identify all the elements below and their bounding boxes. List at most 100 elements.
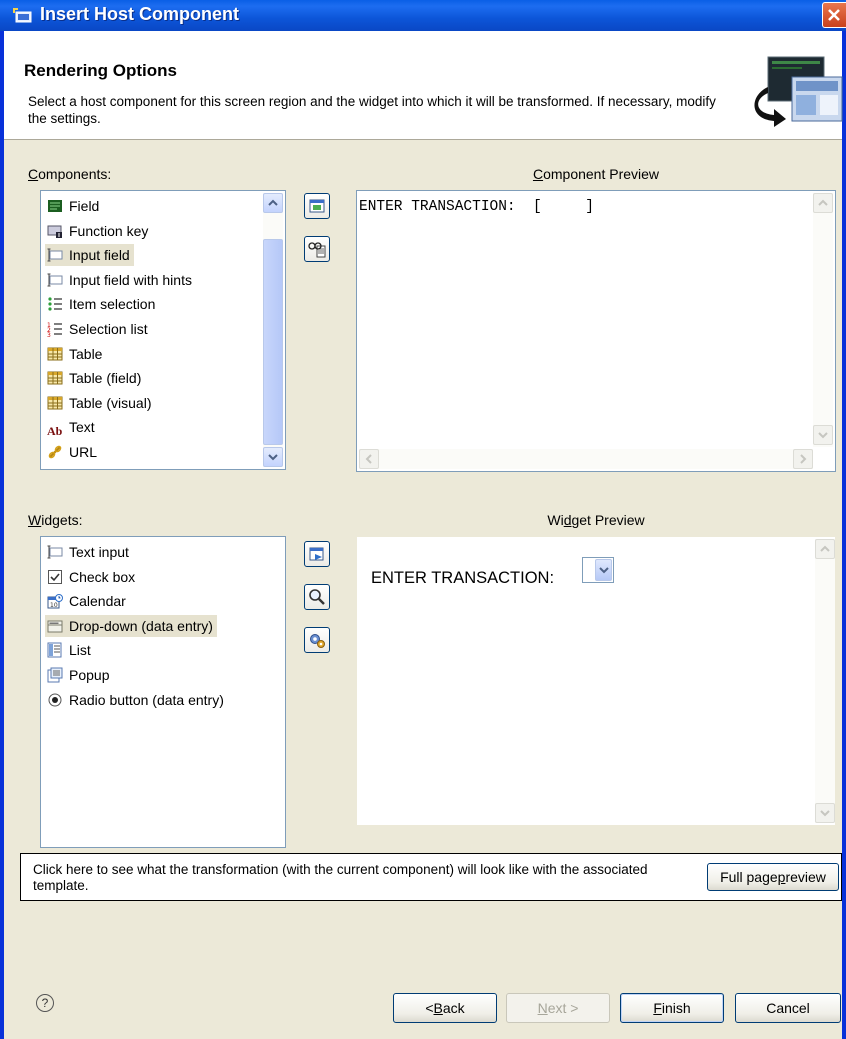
component-preview-text: ENTER TRANSACTION: [ ]	[359, 199, 594, 215]
widget-item-label: Check box	[69, 568, 136, 585]
component-item-label: Selection list	[69, 321, 148, 337]
chevron-up-icon	[818, 199, 828, 206]
back-button[interactable]: < Back	[393, 993, 497, 1023]
component-settings-button[interactable]	[304, 193, 330, 219]
widget-item-drop-down-data-entry[interactable]: Drop-down (data entry)	[45, 614, 217, 637]
scroll-down-button[interactable]	[263, 447, 283, 467]
chevron-right-icon	[800, 454, 807, 464]
table-field-icon	[47, 370, 63, 386]
widget-settings-button[interactable]	[304, 541, 330, 567]
chevron-down-icon	[818, 432, 828, 439]
popup-icon	[47, 667, 63, 683]
text-icon: Ab	[47, 424, 63, 439]
preview-scroll-left[interactable]	[359, 449, 379, 469]
scroll-up-button[interactable]	[263, 193, 283, 213]
preview-scroll-down[interactable]	[813, 425, 833, 445]
widget-preview-field-label: ENTER TRANSACTION:	[371, 569, 555, 587]
preview-horizontal-scrollbar[interactable]	[359, 449, 813, 469]
components-scrollbar[interactable]	[263, 193, 283, 467]
selection-list-icon: 123	[47, 321, 63, 339]
component-item-field[interactable]: Field	[45, 195, 103, 217]
list-icon	[47, 642, 63, 658]
page-description: Select a host component for this screen …	[28, 94, 716, 126]
chevron-left-icon	[365, 454, 372, 464]
gear-icon	[310, 634, 325, 648]
component-item-item-selection[interactable]: Item selection	[45, 293, 159, 315]
component-item-selection-list[interactable]: 1 2 3 Selection list	[45, 318, 152, 340]
component-item-label: Item selection	[69, 296, 156, 313]
finish-button[interactable]: Finish	[620, 993, 724, 1023]
widget-preview-scrollbar[interactable]	[815, 539, 835, 823]
component-item-label: Function key	[69, 222, 149, 239]
components-label: Components:	[28, 166, 112, 182]
input-field-icon	[47, 247, 63, 263]
component-item-text[interactable]: Ab Text	[45, 416, 99, 438]
chevron-down-icon	[820, 810, 830, 817]
scroll-thumb[interactable]	[263, 239, 283, 445]
cancel-button[interactable]: Cancel	[735, 993, 841, 1023]
wizard-header: Rendering Options Select a host componen…	[4, 31, 843, 140]
component-item-table-field[interactable]: Table (field)	[45, 367, 145, 389]
widget-item-radio-button-data-entry[interactable]: Radio button (data entry)	[45, 689, 228, 711]
preview-vertical-scrollbar[interactable]	[813, 193, 833, 447]
widget-item-calendar[interactable]: 10 Calendar	[45, 590, 130, 612]
window-title: Insert Host Component	[40, 4, 240, 24]
table-visual-icon	[47, 395, 63, 411]
widget-item-label: Calendar	[69, 593, 126, 610]
svg-text:10: 10	[50, 602, 58, 609]
input-field-hints-icon	[47, 272, 63, 288]
page-title: Rendering Options	[24, 61, 177, 80]
preview-scroll-right[interactable]	[793, 449, 813, 469]
glasses-document-icon	[308, 242, 326, 258]
widget-configure-button[interactable]	[304, 627, 330, 653]
magnifier-icon	[309, 589, 325, 605]
help-icon[interactable]: ?	[36, 994, 54, 1012]
preview-scroll-up[interactable]	[813, 193, 833, 213]
widgets-list[interactable]: Text input Check box 10 Calendar Drop-down (…	[40, 536, 286, 848]
component-item-url[interactable]: URL	[45, 441, 101, 463]
widget-preview-label: Widget Preview	[547, 512, 645, 528]
check-box-icon	[47, 569, 63, 585]
widget-scroll-up[interactable]	[815, 539, 835, 559]
component-edit-button[interactable]	[304, 236, 330, 262]
widget-item-label: Text input	[69, 544, 129, 560]
widget-settings-icon	[309, 547, 324, 561]
item-selection-icon	[47, 296, 63, 312]
component-item-input-field-with-hints[interactable]: Input field with hints	[45, 269, 196, 291]
component-item-input-field[interactable]: Input field	[45, 244, 134, 267]
components-list[interactable]: Field Function key Input field Input field …	[40, 190, 286, 470]
drop-down-icon	[47, 618, 63, 634]
component-preview-label: Component Preview	[532, 166, 660, 182]
widget-item-text-input[interactable]: Text input	[45, 541, 133, 563]
dropdown-arrow-button[interactable]	[595, 559, 612, 581]
field-icon	[47, 198, 63, 214]
widgets-label: Widgets:	[28, 512, 83, 528]
chevron-down-icon	[268, 454, 278, 461]
radio-button-icon	[47, 692, 63, 708]
close-icon	[828, 9, 840, 21]
title-bar: Insert Host Component	[0, 0, 846, 31]
full-page-preview-panel: Click here to see what the transformatio…	[20, 853, 842, 901]
component-item-function-key[interactable]: Function key	[45, 220, 152, 242]
widget-item-check-box[interactable]: Check box	[45, 566, 139, 588]
component-settings-icon	[309, 199, 325, 213]
widget-item-label: Popup	[69, 667, 110, 683]
widget-item-label: Drop-down (data entry)	[69, 617, 213, 634]
full-page-preview-button[interactable]: Full page p review	[707, 863, 839, 891]
component-item-table-visual[interactable]: Table (visual)	[45, 392, 155, 414]
component-item-table[interactable]: Table	[45, 343, 106, 365]
component-item-label: Table (visual)	[69, 394, 152, 411]
next-button[interactable]: Next >	[506, 993, 610, 1023]
widget-preview-button[interactable]	[304, 584, 330, 610]
chevron-up-icon	[268, 199, 278, 206]
close-button[interactable]	[822, 2, 846, 28]
widget-item-list[interactable]: List	[45, 639, 95, 661]
chevron-up-icon	[820, 545, 830, 552]
preview-dropdown[interactable]	[582, 557, 614, 583]
widget-item-popup[interactable]: Popup	[45, 664, 113, 686]
widget-scroll-down[interactable]	[815, 803, 835, 823]
chevron-down-icon	[598, 567, 609, 574]
component-item-label: Input field with hints	[69, 271, 192, 288]
widget-item-label: List	[69, 642, 91, 659]
component-item-label: Input field	[69, 247, 130, 264]
